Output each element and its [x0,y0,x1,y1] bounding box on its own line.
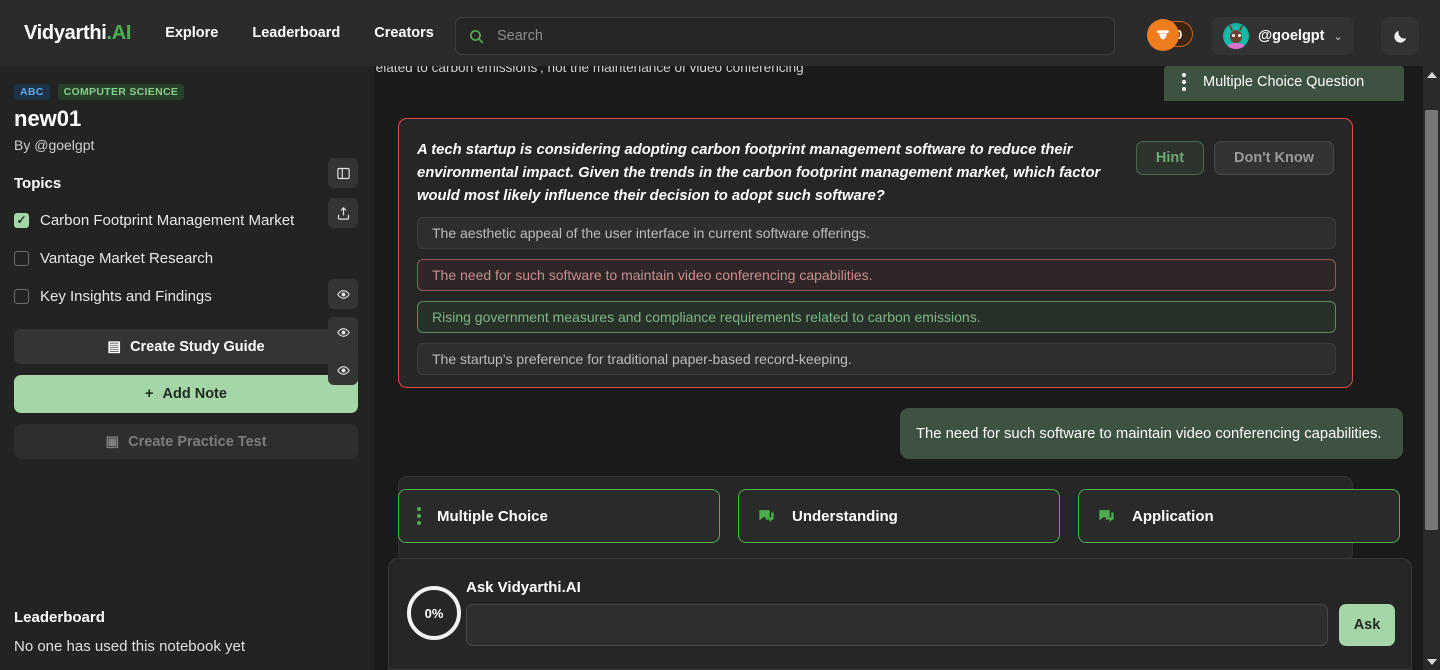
add-note-label: Add Note [162,386,227,402]
tab-multiple-choice-label: Multiple Choice [437,507,548,525]
share-icon [337,206,349,220]
topics-heading: Topics [14,175,62,192]
create-practice-test-button[interactable]: ▣ Create Practice Test [14,424,358,459]
logo-text: Vidyarthi [24,21,107,44]
topic-checkbox-0[interactable] [14,212,29,228]
notebook-title: new01 [14,106,82,131]
vertical-scrollbar[interactable] [1423,66,1440,670]
tab-application-label: Application [1132,507,1214,525]
topic-label-2: Key Insights and Findings [40,287,212,305]
acorn-points-pill[interactable]: 0 [1147,19,1194,51]
eye-icon [336,289,350,299]
create-study-guide-label: Create Study Guide [130,338,265,355]
scroll-up-button[interactable] [1423,66,1440,83]
topic-visibility-button-0[interactable] [328,279,358,309]
eye-icon [336,365,350,375]
badge-subject: COMPUTER SCIENCE [57,84,185,100]
chevron-down-icon: ⌄ [1333,30,1343,43]
topic-visibility-button-1[interactable] [328,317,358,347]
answer-option-3[interactable]: The startup's preference for traditional… [417,343,1336,375]
left-sidebar: ABC COMPUTER SCIENCE new01 By @goelgpt T… [0,66,374,670]
leaderboard-empty-text: No one has used this notebook yet [14,638,245,655]
topic-label-1: Vantage Market Research [40,249,214,267]
chevron-down-icon [1426,658,1437,665]
theme-toggle-button[interactable] [1381,17,1419,55]
search-input[interactable] [497,28,1057,44]
question-card: A tech startup is considering adopting c… [398,118,1353,388]
nav-explore[interactable]: Explore [165,25,218,41]
kebab-menu-icon [1182,73,1186,91]
search-icon [469,29,484,43]
author-prefix: By [14,137,35,153]
add-note-button[interactable]: + Add Note [14,375,358,413]
answer-option-2[interactable]: Rising government measures and complianc… [417,301,1336,333]
tab-multiple-choice[interactable]: Multiple Choice [398,489,720,543]
create-practice-test-label: Create Practice Test [128,433,267,450]
search-bar[interactable] [455,17,1115,55]
ask-title: Ask Vidyarthi.AI [466,579,581,596]
plus-icon: + [145,386,154,402]
topic-visibility-button-2[interactable] [328,355,358,385]
test-book-icon: ▣ [105,433,120,450]
topic-label-0: Carbon Footprint Management Market [40,211,295,229]
scrollbar-thumb[interactable] [1425,110,1438,530]
question-type-label: Multiple Choice Question [1203,74,1365,90]
moon-icon [1393,30,1406,43]
avatar [1223,23,1249,49]
topic-checkbox-2[interactable] [14,288,29,304]
answer-option-0[interactable]: The aesthetic appeal of the user interfa… [417,217,1336,249]
panel-layout-icon [336,167,350,179]
question-actions: Hint Don't Know [1135,141,1334,175]
question-text: A tech startup is considering adopting c… [417,142,1101,204]
chat-bubble-icon [759,509,774,522]
answer-option-1[interactable]: The need for such software to maintain v… [417,259,1336,291]
question-type-chip[interactable]: Multiple Choice Question [1164,63,1404,101]
nav-creators[interactable]: Creators [374,25,434,41]
scroll-down-button[interactable] [1423,653,1440,670]
user-answer-bubble: The need for such software to maintain v… [900,408,1403,459]
app-logo[interactable]: Vidyarthi.AI [24,22,131,45]
tab-understanding[interactable]: Understanding [738,489,1060,543]
author-handle: @goelgpt [34,137,95,153]
create-study-guide-button[interactable]: ▤ Create Study Guide [14,329,358,364]
tab-application[interactable]: Application [1078,489,1400,543]
acorn-icon [1147,19,1179,51]
tab-understanding-label: Understanding [792,507,898,525]
chevron-up-icon [1426,71,1437,78]
kebab-menu-icon [417,507,421,525]
username-label: @goelgpt [1258,28,1325,44]
chat-bubble-icon [1099,509,1114,522]
topic-checkbox-1[interactable] [14,250,29,266]
topic-row-2[interactable]: Key Insights and Findings [14,280,358,312]
hint-button[interactable]: Hint [1135,141,1205,175]
top-header: Vidyarthi.AI Explore Leaderboard Creator… [0,0,1440,66]
nav-leaderboard[interactable]: Leaderboard [252,25,340,41]
leaderboard-heading: Leaderboard [14,609,105,626]
document-icon: ▤ [107,338,122,355]
notebook-author: By @goelgpt [14,137,358,153]
ask-button[interactable]: Ask [1339,604,1395,646]
dont-know-button[interactable]: Don't Know [1214,141,1334,175]
topic-row-0[interactable]: Carbon Footprint Management Market [14,204,358,236]
share-button[interactable] [328,198,358,228]
logo-suffix: .AI [106,21,132,44]
notebook-badges: ABC COMPUTER SCIENCE [14,84,358,100]
badge-abc: ABC [14,84,50,100]
ask-panel: 0% Ask Vidyarthi.AI Ask [388,558,1412,670]
ask-input[interactable] [466,604,1328,646]
eye-icon [336,327,350,337]
panel-layout-button[interactable] [328,158,358,188]
user-menu-button[interactable]: @goelgpt ⌄ [1212,17,1354,55]
topic-row-1[interactable]: Vantage Market Research [14,242,358,274]
progress-ring: 0% [407,586,461,640]
